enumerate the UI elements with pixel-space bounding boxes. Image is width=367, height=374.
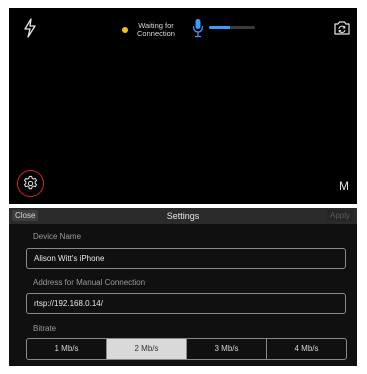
settings-panel: Close Settings Apply Device Name Alison … bbox=[9, 208, 357, 366]
gear-icon bbox=[23, 175, 38, 190]
connection-status: Waiting for Connection bbox=[122, 22, 178, 38]
mode-indicator[interactable]: M bbox=[339, 179, 349, 193]
bitrate-option[interactable]: 4 Mb/s bbox=[266, 339, 346, 359]
settings-title: Settings bbox=[166, 211, 200, 221]
status-text: Waiting for Connection bbox=[137, 21, 175, 38]
mic-icon[interactable] bbox=[192, 18, 204, 38]
bitrate-option[interactable]: 2 Mb/s bbox=[106, 339, 186, 359]
device-name-field[interactable]: Alison Witt's iPhone bbox=[26, 248, 346, 269]
camera-preview: Waiting for Connection M bbox=[9, 8, 357, 204]
device-name-label: Device Name bbox=[33, 232, 82, 241]
flash-icon[interactable] bbox=[23, 18, 37, 38]
apply-button[interactable]: Apply bbox=[326, 210, 353, 221]
status-indicator-dot bbox=[122, 27, 128, 33]
bitrate-label: Bitrate bbox=[33, 324, 57, 333]
bitrate-segmented-control: 1 Mb/s 2 Mb/s 3 Mb/s 4 Mb/s bbox=[26, 338, 347, 360]
address-label: Address for Manual Connection bbox=[33, 278, 146, 287]
bitrate-option[interactable]: 1 Mb/s bbox=[27, 339, 106, 359]
audio-level-meter bbox=[209, 26, 255, 29]
settings-button[interactable] bbox=[17, 170, 44, 197]
bitrate-option[interactable]: 3 Mb/s bbox=[186, 339, 266, 359]
camera-switch-icon[interactable] bbox=[333, 20, 351, 36]
address-field[interactable]: rtsp://192.168.0.14/ bbox=[26, 293, 346, 314]
settings-header: Close Settings Apply bbox=[9, 208, 357, 224]
audio-level-fill bbox=[209, 26, 230, 29]
